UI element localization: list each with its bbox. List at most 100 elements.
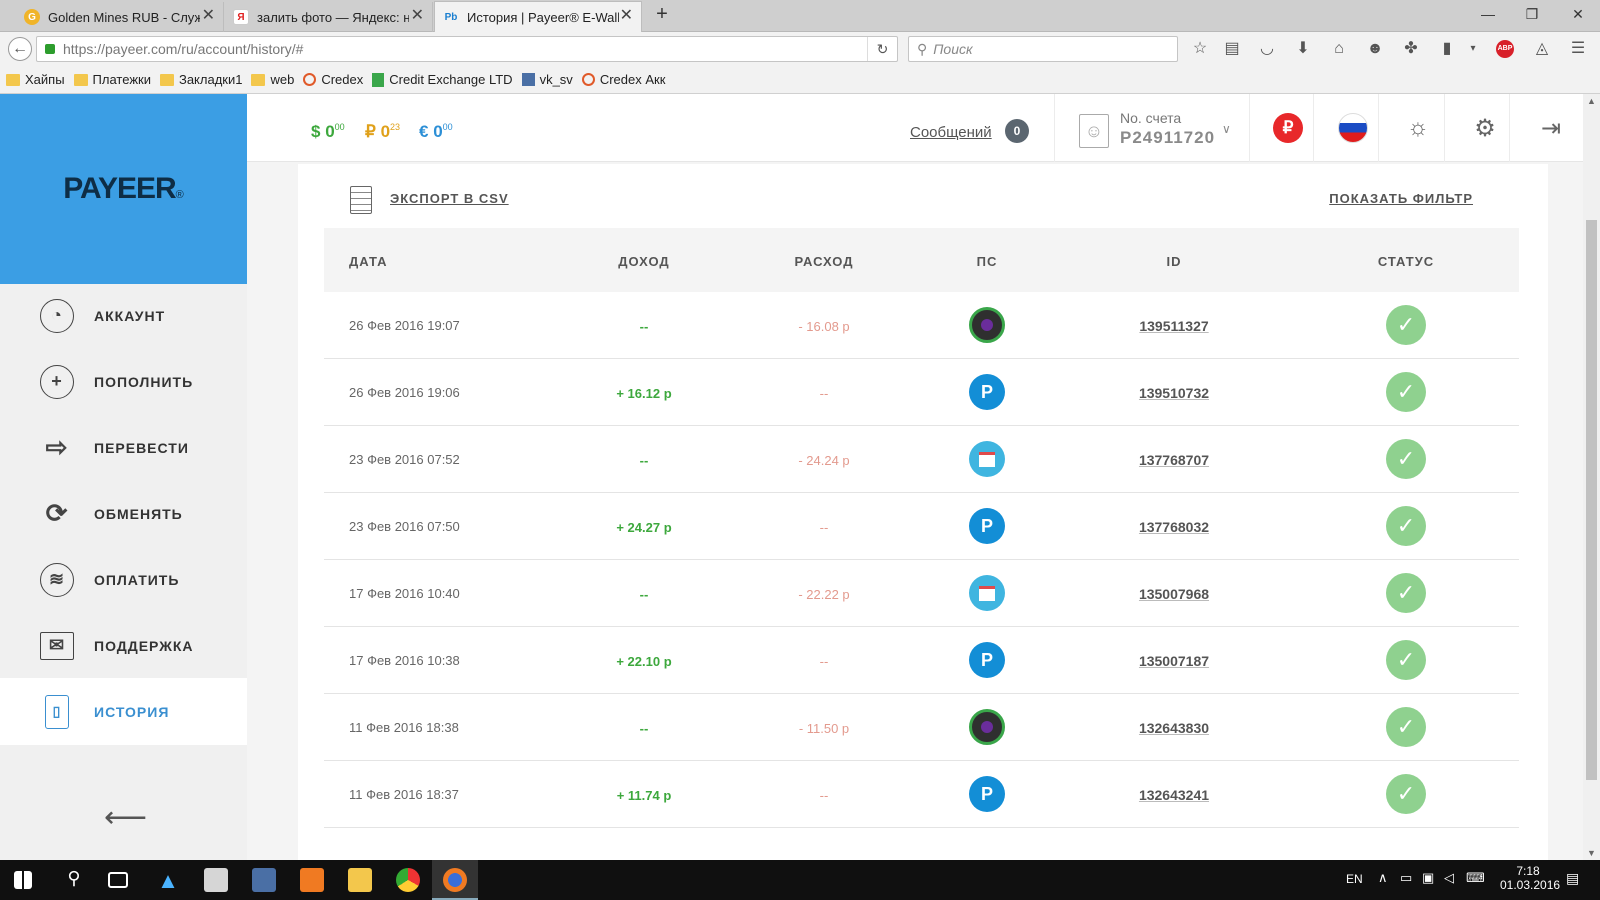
bookmark-link[interactable]: Credex Акк	[581, 72, 665, 87]
pocket-icon[interactable]: ◡	[1257, 39, 1277, 59]
reading-list-icon[interactable]: ▤	[1222, 39, 1242, 59]
taskbar-active-app[interactable]	[432, 860, 478, 900]
russia-flag-icon[interactable]	[1337, 112, 1369, 144]
sidebar-item-history[interactable]: ▯ ИСТОРИЯ	[0, 678, 247, 745]
download-icon[interactable]: ⬇	[1293, 39, 1313, 59]
search-icon[interactable]: ⚲	[62, 868, 86, 892]
search-input[interactable]: ⚲ Поиск	[908, 36, 1178, 62]
scroll-down-icon[interactable]: ▼	[1587, 848, 1596, 858]
row-transaction-id[interactable]: 132643830	[1094, 720, 1254, 736]
tray-arrow-icon[interactable]: ∧	[1378, 870, 1388, 886]
url-bar[interactable]: https://payeer.com/ru/account/history/# …	[36, 36, 898, 62]
task-view-icon[interactable]	[108, 872, 128, 888]
rub-currency-icon[interactable]: ₽	[1272, 112, 1304, 144]
row-date: 11 Фев 2016 18:37	[349, 787, 459, 802]
account-label: No. счета	[1120, 110, 1182, 126]
minimize-icon[interactable]: —	[1478, 6, 1498, 22]
row-expense: - 16.08 р	[798, 319, 850, 334]
row-transaction-id[interactable]: 137768707	[1094, 452, 1254, 468]
arrow-right-icon: ⇨	[45, 432, 69, 462]
messages-link[interactable]: Сообщений	[910, 124, 992, 141]
row-income: + 11.74 р	[616, 788, 672, 803]
browser-tab[interactable]: G Golden Mines RUB - Служ... ✕	[16, 2, 224, 32]
bookmark-folder[interactable]: Платежки	[73, 72, 151, 87]
column-header-ps[interactable]: ПС	[907, 254, 1067, 269]
app-icon[interactable]: ▲	[156, 868, 180, 893]
csv-file-icon	[350, 186, 372, 214]
scrollbar-thumb[interactable]	[1586, 220, 1597, 780]
table-row: 23 Фев 2016 07:52 -- - 24.24 р 137768707 ✓	[324, 426, 1519, 493]
language-indicator[interactable]: EN	[1346, 872, 1363, 886]
clock[interactable]: 7:18 01.03.2016	[1500, 864, 1560, 892]
account-number[interactable]: P24911720	[1120, 128, 1215, 148]
new-tab-icon[interactable]: +	[652, 3, 672, 26]
reload-icon[interactable]: ↻	[867, 37, 897, 61]
sidebar-item-exchange[interactable]: ⟳ ОБМЕНЯТЬ	[0, 480, 247, 547]
show-filter-link[interactable]: ПОКАЗАТЬ ФИЛЬТР	[1329, 191, 1473, 206]
exchange-icon: ⟳	[45, 498, 69, 528]
maximize-icon[interactable]: ❐	[1522, 6, 1542, 23]
bookmark-link[interactable]: Credex	[303, 72, 363, 87]
close-tab-icon[interactable]: ✕	[620, 8, 633, 24]
row-transaction-id[interactable]: 132643241	[1094, 787, 1254, 803]
php-icon[interactable]	[252, 868, 276, 892]
notifications-icon[interactable]: ▤	[1566, 870, 1579, 887]
bookmark-folder[interactable]: Хайпы	[6, 72, 65, 87]
adblock-icon[interactable]: ABP	[1496, 40, 1514, 58]
back-icon[interactable]: ←	[8, 37, 32, 61]
scrollbar[interactable]: ▲ ▼	[1583, 94, 1600, 860]
column-header-expense[interactable]: РАСХОД	[744, 254, 904, 269]
keyboard-icon[interactable]: ⌨	[1466, 870, 1485, 886]
row-date: 23 Фев 2016 07:52	[349, 452, 460, 467]
scroll-up-icon[interactable]: ▲	[1587, 96, 1596, 106]
close-tab-icon[interactable]: ✕	[202, 8, 215, 24]
battery-icon[interactable]: ▭	[1400, 870, 1412, 886]
dropdown-icon[interactable]: ▾	[1463, 39, 1483, 59]
bookmark-folder[interactable]: Закладки1	[159, 72, 242, 87]
column-header-date[interactable]: ДАТА	[349, 254, 388, 269]
logout-icon[interactable]: ⇥	[1535, 112, 1567, 144]
extension-icon[interactable]: ✤	[1401, 39, 1421, 59]
row-income: --	[639, 319, 649, 334]
file-explorer-icon[interactable]	[348, 868, 372, 892]
bookmark-folder[interactable]: web	[251, 72, 294, 87]
browser-tab-active[interactable]: Pb История | Payeer® E-Wall... ✕	[434, 1, 642, 32]
row-transaction-id[interactable]: 139511327	[1094, 318, 1254, 334]
row-transaction-id[interactable]: 135007187	[1094, 653, 1254, 669]
chevron-down-icon[interactable]: ∨	[1222, 122, 1231, 136]
export-csv-link[interactable]: ЭКСПОРТ В CSV	[390, 191, 509, 206]
app-icon[interactable]	[204, 868, 228, 892]
menu-icon[interactable]: ☰	[1568, 39, 1588, 59]
sun-icon[interactable]: ☼	[1402, 112, 1434, 144]
network-icon[interactable]: ▣	[1422, 870, 1434, 886]
collapse-arrow-icon[interactable]: ⟵	[104, 800, 147, 835]
sync-icon[interactable]: ◬	[1532, 39, 1552, 59]
row-transaction-id[interactable]: 137768032	[1094, 519, 1254, 535]
sidebar-item-deposit[interactable]: + ПОПОЛНИТЬ	[0, 348, 247, 415]
payeer-logo[interactable]: PAYEER ®	[0, 94, 247, 284]
bookmark-link[interactable]: Credit Exchange LTD	[372, 72, 513, 87]
volume-icon[interactable]: ◁	[1444, 870, 1454, 886]
clipboard-icon[interactable]: ▮	[1437, 39, 1457, 59]
windows-start-icon[interactable]	[14, 871, 32, 889]
sidebar-item-pay[interactable]: ≋ ОПЛАТИТЬ	[0, 546, 247, 613]
gear-icon[interactable]: ⚙	[1469, 112, 1501, 144]
sidebar-item-transfer[interactable]: ⇨ ПЕРЕВЕСТИ	[0, 414, 247, 481]
star-icon[interactable]: ☆	[1190, 39, 1210, 59]
column-header-status[interactable]: СТАТУС	[1326, 254, 1486, 269]
folder-icon	[73, 73, 88, 86]
xampp-icon[interactable]	[300, 868, 324, 892]
bookmark-link[interactable]: vk_sv	[521, 72, 573, 87]
row-transaction-id[interactable]: 139510732	[1094, 385, 1254, 401]
sidebar-item-support[interactable]: ✉ ПОДДЕРЖКА	[0, 612, 247, 679]
column-header-income[interactable]: ДОХОД	[564, 254, 724, 269]
close-window-icon[interactable]: ✕	[1568, 6, 1588, 23]
close-tab-icon[interactable]: ✕	[411, 8, 424, 24]
chat-icon[interactable]: ☻	[1365, 39, 1385, 59]
column-header-id[interactable]: ID	[1094, 254, 1254, 269]
home-icon[interactable]: ⌂	[1329, 39, 1349, 59]
chrome-icon[interactable]	[396, 868, 420, 892]
row-transaction-id[interactable]: 135007968	[1094, 586, 1254, 602]
sidebar-item-account[interactable]: ◔ АККАУНТ	[0, 282, 247, 349]
browser-tab[interactable]: Я залить фото — Яндекс: н... ✕	[225, 2, 433, 32]
